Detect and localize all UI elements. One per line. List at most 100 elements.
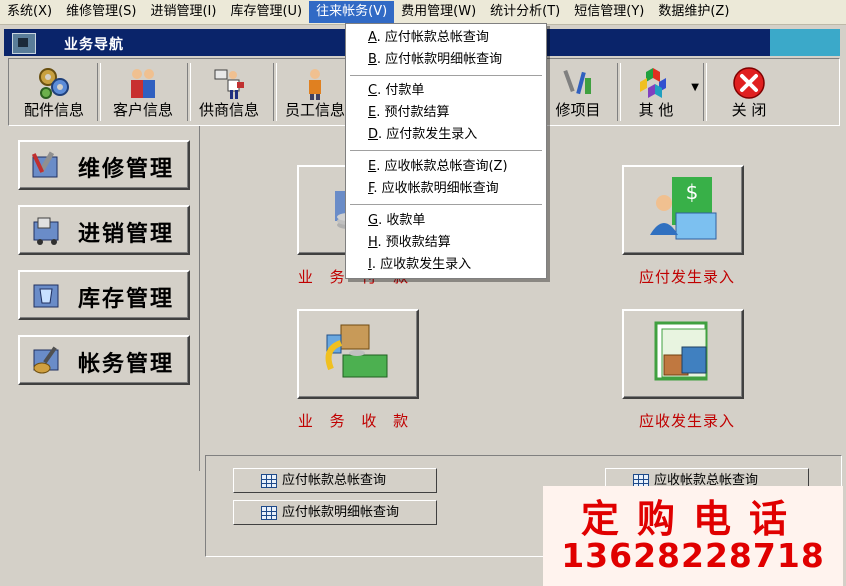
menu-bar: 系统(X) 维修管理(S) 进销管理(I) 库存管理(U) 往来帐务(V) 费用…: [0, 0, 846, 25]
nav-label: 库存管理: [78, 286, 175, 312]
app-icon: [12, 33, 36, 54]
toolbar-separator: [273, 63, 277, 121]
business-receipt-button[interactable]: [297, 309, 419, 399]
staff-person-icon: [309, 69, 321, 100]
menu-repair-management[interactable]: 维修管理(S): [59, 1, 143, 23]
receivable-entry-button[interactable]: [622, 309, 744, 399]
menu-item-receipt-voucher[interactable]: G. 收款单: [346, 210, 546, 232]
nav-label: 维修管理: [78, 156, 175, 182]
nav-label: 帐务管理: [78, 351, 175, 377]
toolbar-label: 其 他: [638, 101, 674, 119]
menu-item-label: . 付款单: [377, 83, 425, 98]
menu-item-label: . 应收款发生录入: [371, 257, 472, 272]
menu-item-payable-ledger[interactable]: A. 应付帐款总帐查询: [346, 27, 546, 49]
delivery-person-icon: [214, 69, 244, 99]
repair-tools-icon: [31, 151, 58, 178]
toolbar-label: 供商信息: [198, 101, 259, 119]
accelerator-key: E: [368, 105, 377, 120]
menu-expenses[interactable]: 费用管理(W): [394, 1, 483, 23]
svg-text:$: $: [686, 180, 699, 204]
menu-inventory[interactable]: 库存管理(U): [223, 1, 309, 23]
gears-icon: [39, 68, 69, 99]
colored-shapes-icon: [640, 68, 666, 98]
receivable-document-icon: [654, 321, 708, 381]
receipt-money-icon: [325, 324, 388, 378]
menu-item-prepayment-settlement[interactable]: E. 预付款结算: [346, 102, 546, 124]
nav-label: 进销管理: [78, 221, 175, 247]
toolbar-repair-items-button[interactable]: 修项目: [543, 62, 613, 122]
accounts-icon: [33, 346, 59, 374]
nav-accounts-button[interactable]: 帐务管理: [18, 335, 190, 385]
menu-item-label: . 应付帐款明细帐查询: [376, 52, 503, 67]
accelerator-key: E: [368, 159, 377, 174]
toolbar-label: 员工信息: [284, 101, 345, 119]
menu-item-payment-voucher[interactable]: C. 付款单: [346, 80, 546, 102]
order-phone-headline: 定购电话: [580, 497, 805, 541]
menu-accounts[interactable]: 往来帐务(V): [309, 1, 395, 23]
toolbar-label: 修项目: [555, 101, 601, 119]
order-phone-banner: 定购电话 13628228718: [543, 486, 843, 586]
menu-purchase-sales[interactable]: 进销管理(I): [143, 1, 223, 23]
toolbar-customer-info-button[interactable]: 客户信息: [105, 62, 181, 122]
toolbar-parts-info-button[interactable]: 配件信息: [19, 62, 89, 122]
payable-detail-query-button[interactable]: 应付帐款明细帐查询: [233, 500, 437, 525]
payable-document-icon: $: [650, 177, 717, 240]
tools-icon: [563, 69, 591, 95]
menu-item-advance-receipt-settlement[interactable]: H. 预收款结算: [346, 232, 546, 254]
accelerator-key: H: [368, 235, 378, 250]
accelerator-key: G: [368, 213, 379, 228]
inventory-box-icon: [33, 284, 59, 308]
toolbar-separator: [187, 63, 191, 121]
payable-entry-button[interactable]: $: [622, 165, 744, 255]
nav-inventory-button[interactable]: 库存管理: [18, 270, 190, 320]
menu-data-maintenance[interactable]: 数据维护(Z): [651, 1, 736, 23]
toolbar-close-button[interactable]: 关 闭: [709, 62, 789, 122]
menu-separator: [350, 204, 542, 205]
people-icon: [131, 69, 155, 98]
menu-separator: [350, 150, 542, 151]
title-bar-gradient: [770, 29, 840, 56]
toolbar-label: 配件信息: [23, 101, 84, 119]
menu-item-receivable-detail[interactable]: F. 应收帐款明细帐查询: [346, 178, 546, 200]
menu-separator: [350, 75, 542, 76]
menu-system[interactable]: 系统(X): [0, 1, 59, 23]
nav-purchase-sales-button[interactable]: 进销管理: [18, 205, 190, 255]
menu-item-label: . 收款单: [378, 213, 426, 228]
payable-entry-label: 应付发生录入: [638, 268, 735, 286]
button-label: 应付帐款明细帐查询: [282, 505, 400, 520]
cart-icon: [33, 217, 59, 245]
order-phone-number: 13628228718: [561, 536, 825, 575]
button-label: 应付帐款总帐查询: [282, 473, 387, 488]
accelerator-key: D: [368, 127, 379, 142]
toolbar-label: 关 闭: [731, 101, 767, 119]
menu-sms[interactable]: 短信管理(Y): [567, 1, 651, 23]
accelerator-key: A: [368, 30, 377, 45]
menu-item-payable-detail[interactable]: B. 应付帐款明细帐查询: [346, 49, 546, 71]
menu-item-label: . 预付款结算: [376, 105, 450, 120]
menu-item-payable-entry[interactable]: D. 应付款发生录入: [346, 124, 546, 146]
menu-item-label: . 应收帐款明细帐查询: [373, 181, 499, 196]
accelerator-key: B: [368, 52, 377, 67]
toolbar-separator: [97, 63, 101, 121]
accounts-dropdown-menu: A. 应付帐款总帐查询 B. 应付帐款明细帐查询 C. 付款单 E. 预付款结算…: [345, 23, 547, 279]
menu-item-receivable-entry[interactable]: I. 应收款发生录入: [346, 254, 546, 276]
chevron-down-icon[interactable]: ▼: [691, 82, 699, 93]
toolbar-supplier-info-button[interactable]: 供商信息: [192, 62, 266, 122]
menu-item-receivable-ledger[interactable]: E. 应收帐款总帐查询(Z): [346, 156, 546, 178]
payable-ledger-query-button[interactable]: 应付帐款总帐查询: [233, 468, 437, 493]
toolbar-other-button[interactable]: ▼ 其 他: [621, 62, 701, 122]
receivable-entry-label: 应收发生录入: [638, 412, 735, 430]
toolbar-separator: [703, 63, 707, 121]
grid-icon: [261, 474, 277, 488]
menu-item-label: . 预收款结算: [377, 235, 451, 250]
grid-icon: [261, 506, 277, 520]
toolbar-label: 客户信息: [112, 101, 173, 119]
menu-item-label: . 应付帐款总帐查询: [376, 30, 489, 45]
menu-item-label: . 应付款发生录入: [378, 127, 478, 142]
menu-statistics[interactable]: 统计分析(T): [483, 1, 567, 23]
menu-item-label: . 应收帐款总帐查询(Z): [376, 159, 508, 174]
nav-repair-management-button[interactable]: 维修管理: [18, 140, 190, 190]
close-icon: [733, 67, 765, 99]
business-receipt-label: 业 务 收 款: [297, 412, 415, 430]
toolbar-staff-info-button[interactable]: 员工信息: [279, 62, 351, 122]
